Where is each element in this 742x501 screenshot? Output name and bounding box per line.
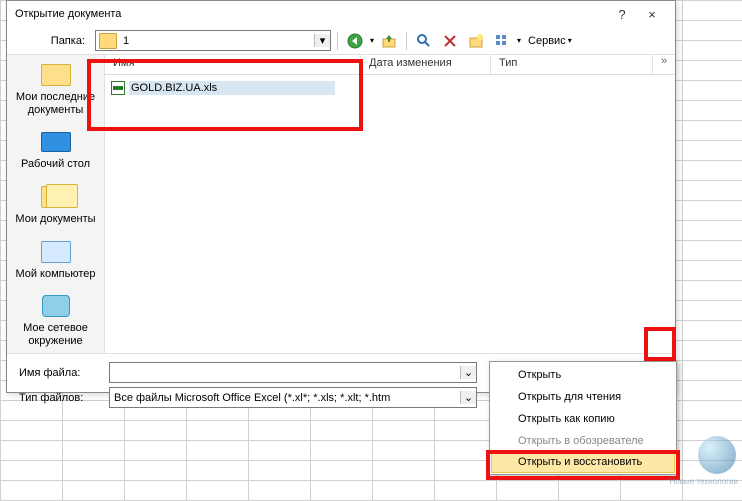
network-icon — [42, 295, 70, 317]
place-label: Рабочий стол — [21, 158, 90, 171]
views-button[interactable] — [491, 30, 513, 52]
folder-value: 1 — [120, 35, 314, 47]
excel-file-icon — [111, 81, 125, 95]
filename-input[interactable]: ⌄ — [109, 362, 477, 383]
menu-open-repair[interactable]: Открыть и восстановить — [491, 451, 675, 473]
new-folder-icon — [468, 33, 484, 49]
back-button[interactable] — [344, 30, 366, 52]
up-folder-icon — [381, 33, 397, 49]
chevron-down-icon[interactable]: ⌄ — [460, 391, 476, 404]
search-button[interactable] — [413, 30, 435, 52]
column-type[interactable]: Тип — [491, 55, 653, 74]
folder-label: Папка: — [21, 35, 91, 47]
computer-icon — [41, 241, 71, 263]
toolbar: Папка: 1 ▾ ▾ ▾ Сервис ▾ — [7, 27, 675, 55]
folder-icon — [41, 64, 71, 86]
views-dropdown-icon[interactable]: ▾ — [517, 36, 521, 45]
views-icon — [494, 33, 510, 49]
delete-icon — [443, 34, 457, 48]
new-folder-button[interactable] — [465, 30, 487, 52]
chevron-down-icon: ▾ — [568, 36, 572, 45]
menu-open-browser[interactable]: Открыть в обозревателе — [492, 430, 674, 452]
menu-open[interactable]: Открыть — [492, 364, 674, 386]
file-name: GOLD.BIZ.UA.xls — [129, 81, 335, 95]
folder-icon — [99, 33, 117, 49]
search-icon — [416, 33, 432, 49]
column-name[interactable]: Имя — [105, 55, 361, 74]
open-file-dialog: Открытие документа ? × Папка: 1 ▾ ▾ — [6, 0, 676, 393]
help-button[interactable]: ? — [607, 7, 637, 22]
tools-label: Сервис — [528, 35, 566, 47]
place-network[interactable]: Мое сетевое окружение — [7, 286, 104, 353]
place-documents[interactable]: Мои документы — [7, 177, 104, 232]
dialog-title: Открытие документа — [15, 8, 607, 20]
column-headers: Имя Дата изменения Тип » — [105, 55, 675, 75]
places-bar: Мои последние документы Рабочий стол Мои… — [7, 55, 105, 353]
filename-label: Имя файла: — [17, 367, 103, 379]
place-desktop[interactable]: Рабочий стол — [7, 122, 104, 177]
titlebar: Открытие документа ? × — [7, 1, 675, 27]
watermark-globe-icon — [698, 436, 736, 474]
up-level-button[interactable] — [378, 30, 400, 52]
place-label: Мои документы — [15, 213, 95, 226]
folder-select[interactable]: 1 ▾ — [95, 30, 331, 51]
close-button[interactable]: × — [637, 7, 667, 22]
tools-menu[interactable]: Сервис ▾ — [525, 35, 575, 47]
place-label: Мой компьютер — [15, 268, 95, 281]
delete-button[interactable] — [439, 30, 461, 52]
place-label: Мои последние документы — [9, 91, 102, 116]
open-dropdown-menu: Открыть Открыть для чтения Открыть как к… — [489, 361, 677, 475]
watermark-text: Новые технологии — [670, 477, 739, 486]
back-arrow-icon — [347, 33, 363, 49]
place-label: Мое сетевое окружение — [9, 322, 102, 347]
file-list-area: Имя Дата изменения Тип » GOLD.BIZ.UA.xls — [105, 55, 675, 353]
more-columns-button[interactable]: » — [653, 55, 675, 74]
file-row[interactable]: GOLD.BIZ.UA.xls — [105, 79, 675, 97]
chevron-down-icon[interactable]: ▾ — [314, 34, 330, 47]
documents-icon — [41, 186, 71, 208]
menu-open-copy[interactable]: Открыть как копию — [492, 408, 674, 430]
desktop-icon — [41, 132, 71, 152]
menu-open-readonly[interactable]: Открыть для чтения — [492, 386, 674, 408]
column-date[interactable]: Дата изменения — [361, 55, 491, 74]
place-computer[interactable]: Мой компьютер — [7, 232, 104, 287]
filetype-select[interactable]: Все файлы Microsoft Office Excel (*.xl*;… — [109, 387, 477, 408]
filetype-value: Все файлы Microsoft Office Excel (*.xl*;… — [110, 392, 460, 404]
filetype-label: Тип файлов: — [17, 392, 103, 404]
place-recent[interactable]: Мои последние документы — [7, 55, 104, 122]
chevron-down-icon[interactable]: ⌄ — [460, 366, 476, 379]
back-dropdown-icon[interactable]: ▾ — [370, 36, 374, 45]
